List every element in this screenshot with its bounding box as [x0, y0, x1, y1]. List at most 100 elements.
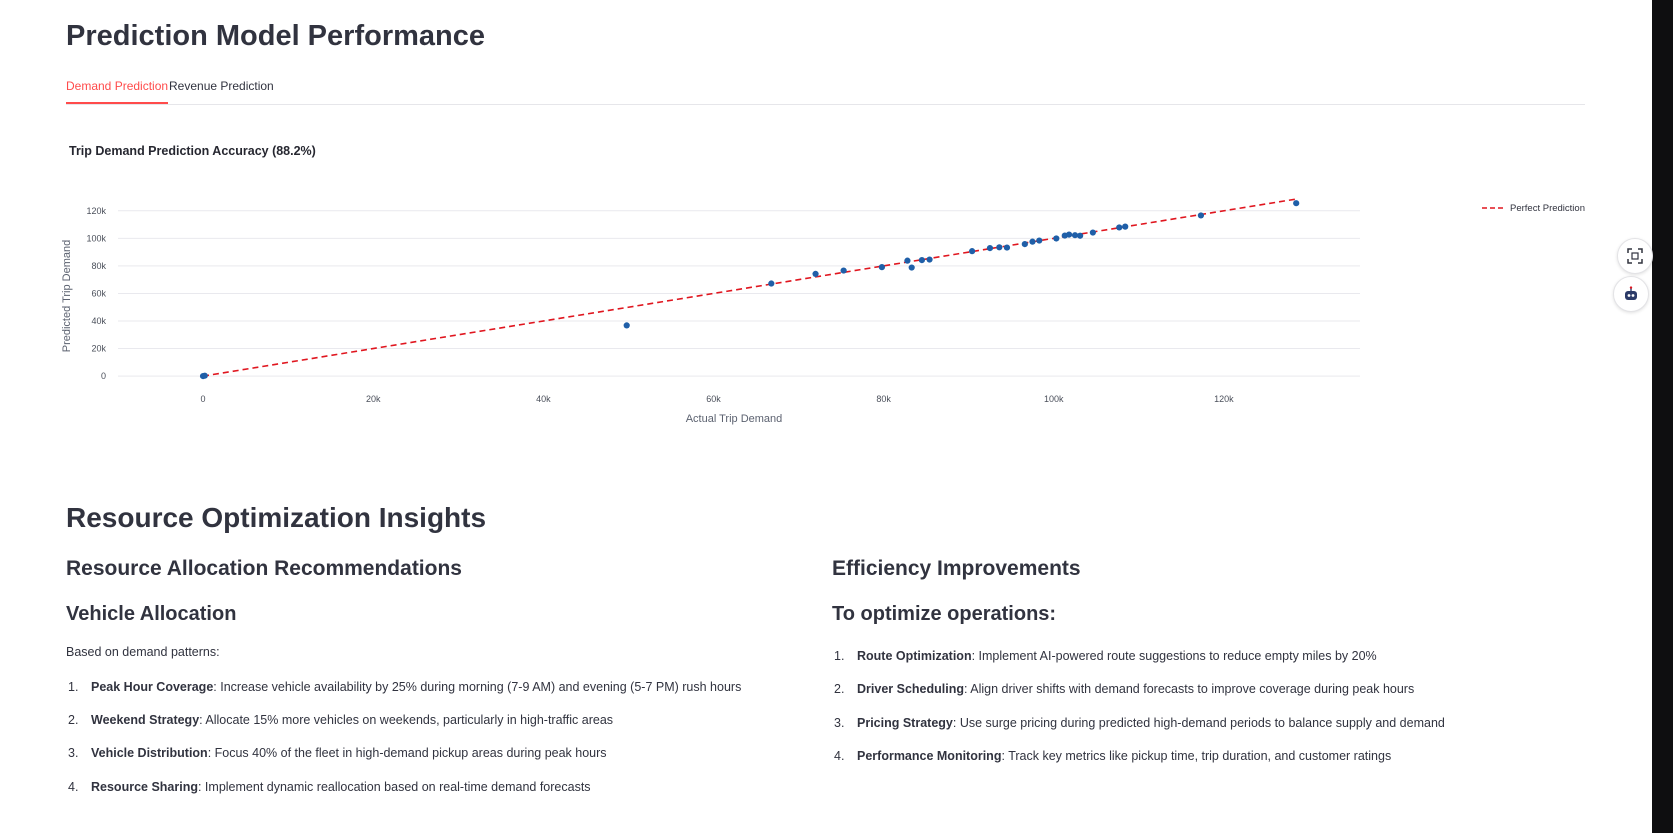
- data-point[interactable]: [201, 372, 208, 379]
- allocation-list: 1. Peak Hour Coverage: Increase vehicle a…: [68, 678, 808, 818]
- list-number: 2.: [68, 713, 79, 727]
- allocation-intro: Based on demand patterns:: [66, 645, 220, 659]
- efficiency-list: 1. Route Optimization: Implement AI-power…: [834, 647, 1594, 767]
- data-point[interactable]: [986, 245, 994, 252]
- item-text: : Increase vehicle availability by 25% d…: [213, 680, 742, 694]
- tab-revenue-prediction[interactable]: Revenue Prediction: [169, 78, 274, 103]
- scrollbar[interactable]: [1643, 0, 1652, 833]
- y-tick-label: 120k: [86, 206, 106, 216]
- scatter-chart[interactable]: 0 20k 40k 60k 80k 100k 120k 0 20k 40k 60k 80k 100k 12…: [60, 180, 1590, 455]
- item-text: : Implement dynamic reallocation based o…: [197, 780, 591, 794]
- item-text: : Use surge pricing during predicted hig…: [952, 716, 1445, 730]
- y-axis-label: Predicted Trip Demand: [61, 240, 73, 353]
- tab-bar: Demand Prediction Revenue Prediction: [66, 78, 1585, 105]
- list-number: 3.: [834, 716, 845, 730]
- data-point[interactable]: [1077, 232, 1084, 239]
- item-title: Route Optimization: [857, 649, 972, 663]
- list-item: 2. Driver Scheduling: Align driver shifts…: [834, 680, 1414, 698]
- item-text: : Align driver shifts with demand foreca…: [963, 682, 1415, 696]
- screenshot-select-icon: [1627, 248, 1643, 264]
- chart-title: Trip Demand Prediction Accuracy (88.2%): [69, 144, 316, 158]
- vehicle-allocation-heading: Vehicle Allocation: [66, 603, 237, 625]
- data-point[interactable]: [1122, 223, 1129, 230]
- list-item: 4. Resource Sharing: Implement dynamic re…: [68, 778, 591, 796]
- data-point[interactable]: [840, 267, 847, 274]
- perfect-prediction-line: [202, 198, 1297, 377]
- data-point[interactable]: [1197, 212, 1205, 219]
- x-tick-label: 80k: [876, 394, 891, 404]
- list-item: 1. Peak Hour Coverage: Increase vehicle a…: [68, 678, 741, 696]
- x-tick-label: 60k: [706, 394, 721, 404]
- y-tick-label: 20k: [91, 344, 106, 354]
- data-point[interactable]: [918, 257, 925, 264]
- data-point[interactable]: [1021, 241, 1028, 248]
- list-item: 3. Vehicle Distribution: Focus 40% of the…: [68, 744, 607, 762]
- data-point[interactable]: [1089, 229, 1096, 236]
- data-points: [199, 200, 1300, 380]
- chart-legend[interactable]: Perfect Prediction: [1482, 203, 1585, 214]
- x-tick-label: 20k: [366, 394, 381, 404]
- item-title: Vehicle Distribution: [91, 746, 208, 760]
- y-tick-label: 0: [101, 371, 106, 381]
- list-number: 2.: [834, 682, 845, 696]
- list-number: 4.: [834, 749, 845, 763]
- list-item: 1. Route Optimization: Implement AI-power…: [834, 647, 1377, 665]
- optimize-operations-heading: To optimize operations:: [832, 603, 1057, 625]
- screenshot-select-button[interactable]: [1617, 238, 1653, 274]
- data-point[interactable]: [878, 264, 886, 271]
- page-title: Prediction Model Performance: [66, 20, 485, 52]
- y-tick-label: 80k: [91, 261, 106, 271]
- data-point[interactable]: [1003, 244, 1011, 251]
- data-point[interactable]: [996, 244, 1003, 251]
- y-tick-label: 40k: [91, 316, 106, 326]
- data-point[interactable]: [1065, 231, 1073, 238]
- item-title: Pricing Strategy: [857, 716, 953, 730]
- data-point[interactable]: [812, 270, 819, 277]
- list-number: 1.: [834, 649, 845, 663]
- list-item: 3. Pricing Strategy: Use surge pricing du…: [834, 714, 1445, 732]
- list-number: 1.: [68, 680, 79, 694]
- data-point[interactable]: [623, 322, 630, 329]
- data-point[interactable]: [1029, 238, 1036, 245]
- app-main: Prediction Model Performance Demand Pred…: [0, 0, 1640, 833]
- data-point[interactable]: [1116, 224, 1123, 231]
- x-tick-label: 100k: [1044, 394, 1064, 404]
- assistant-robot-icon: [1625, 286, 1637, 300]
- window-edge: [1652, 0, 1673, 833]
- item-title: Driver Scheduling: [857, 682, 964, 696]
- item-text: : Implement AI-powered route suggestions…: [971, 649, 1377, 663]
- data-point[interactable]: [1053, 235, 1060, 242]
- x-axis-label: Actual Trip Demand: [686, 413, 783, 425]
- data-point[interactable]: [768, 280, 775, 287]
- x-tick-label: 0: [201, 394, 206, 404]
- item-title: Weekend Strategy: [91, 713, 200, 727]
- assistant-button[interactable]: [1613, 276, 1649, 312]
- y-tick-label: 100k: [86, 233, 106, 243]
- data-point[interactable]: [926, 256, 933, 263]
- item-text: : Allocate 15% more vehicles on weekends…: [199, 713, 614, 727]
- list-item: 2. Weekend Strategy: Allocate 15% more ve…: [68, 711, 613, 729]
- data-point[interactable]: [1293, 200, 1300, 207]
- item-text: : Track key metrics like pickup time, tr…: [1001, 749, 1392, 763]
- list-number: 4.: [68, 780, 79, 794]
- list-number: 3.: [68, 746, 79, 760]
- section-title: Resource Optimization Insights: [66, 502, 487, 533]
- data-point[interactable]: [968, 248, 976, 255]
- list-item: 4. Performance Monitoring: Track key metr…: [834, 747, 1391, 765]
- tab-demand-prediction[interactable]: Demand Prediction: [66, 78, 169, 104]
- data-point[interactable]: [1036, 237, 1043, 244]
- data-point[interactable]: [908, 264, 915, 271]
- item-title: Peak Hour Coverage: [91, 680, 214, 694]
- y-tick-label: 60k: [91, 288, 106, 298]
- x-tick-label: 40k: [536, 394, 551, 404]
- item-text: : Focus 40% of the fleet in high-demand …: [207, 746, 607, 760]
- reference-line-layer: [202, 198, 1297, 377]
- x-tick-label: 120k: [1214, 394, 1234, 404]
- allocation-heading: Resource Allocation Recommendations: [66, 557, 462, 580]
- legend-label-perfect-prediction: Perfect Prediction: [1510, 203, 1585, 214]
- data-point[interactable]: [904, 257, 911, 264]
- item-title: Resource Sharing: [91, 780, 198, 794]
- gridlines: [118, 210, 1360, 377]
- efficiency-heading: Efficiency Improvements: [832, 557, 1081, 580]
- item-title: Performance Monitoring: [857, 749, 1002, 763]
